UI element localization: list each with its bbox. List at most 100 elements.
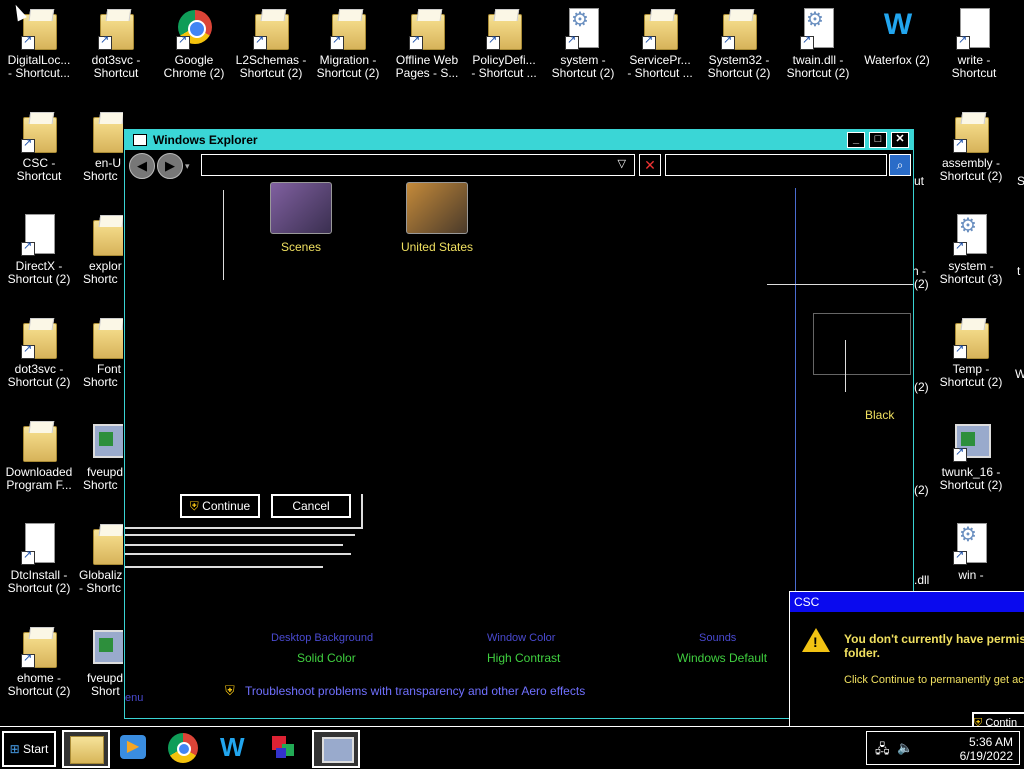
continue-button[interactable]: ⛨ Continue — [180, 494, 260, 518]
troubleshoot-link[interactable]: Troubleshoot problems with transparency … — [245, 684, 585, 698]
app-window-icon — [953, 418, 991, 462]
divider — [125, 553, 351, 555]
partial-icon-label: t — [1017, 264, 1021, 278]
close-button[interactable]: ✕ — [891, 132, 909, 148]
desktop-icon-google-chrome[interactable]: Google Chrome (2) — [155, 6, 233, 80]
windows-default-link[interactable]: Windows Default — [677, 651, 767, 665]
desktop-icon-dot3svc-2[interactable]: dot3svc - Shortcut (2) — [0, 315, 78, 389]
icon-label: DigitalLoc... — [7, 54, 71, 67]
icon-label: Downloaded — [5, 466, 73, 479]
divider — [125, 534, 355, 536]
divider — [767, 284, 913, 285]
shortcut-arrow-icon — [953, 343, 967, 359]
waterfox-icon: W — [883, 8, 913, 41]
app-window-icon — [91, 624, 123, 668]
folder-icon — [409, 6, 445, 50]
recent-pages-chevron-icon[interactable]: ▾ — [185, 161, 190, 172]
desktop-icon-assembly[interactable]: assembly - Shortcut (2) — [932, 109, 1010, 183]
folder-icon — [721, 6, 757, 50]
address-bar[interactable]: ▽ — [201, 154, 635, 176]
icon-label: Shortcut (2) — [316, 67, 380, 80]
desktop-icon-dot3svc[interactable]: dot3svc - Shortcut — [77, 6, 155, 80]
forward-button[interactable]: ▶ — [157, 153, 183, 179]
desktop-icon-policydefinitions[interactable]: PolicyDefi... - Shortcut ... — [465, 6, 543, 80]
clock[interactable]: 5:36 AM 6/19/2022 — [960, 735, 1013, 763]
csc-dialog-title: CSC — [794, 595, 820, 609]
desktop-icon-csc[interactable]: CSC - Shortcut — [0, 109, 78, 183]
desktop-icon-win[interactable]: win - — [932, 521, 1010, 582]
desktop-icon-temp[interactable]: Temp - Shortcut (2) — [932, 315, 1010, 389]
solid-color-link[interactable]: Solid Color — [297, 651, 356, 665]
maximize-button[interactable]: □ — [869, 132, 887, 148]
desktop-icon-digitallocker[interactable]: DigitalLoc... - Shortcut... — [0, 6, 78, 80]
desktop-icon-l2schemas[interactable]: L2Schemas - Shortcut (2) — [232, 6, 310, 80]
button-label: Cancel — [292, 499, 330, 513]
high-contrast-link[interactable]: High Contrast — [487, 651, 560, 665]
shortcut-arrow-icon — [953, 549, 967, 565]
icon-label: Pages - S... — [395, 67, 459, 80]
desktop-icon-ehome[interactable]: ehome - Shortcut (2) — [0, 624, 78, 698]
desktop-icon-fveupdate[interactable]: fveupd Shortc — [77, 418, 123, 492]
folder-icon — [953, 315, 989, 359]
desktop-icon-directx[interactable]: DirectX - Shortcut (2) — [0, 212, 78, 286]
search-icon[interactable]: ⌕ — [889, 154, 911, 176]
address-dropdown-icon[interactable]: ▽ — [618, 157, 626, 170]
desktop-icon-system32[interactable]: System32 - Shortcut (2) — [700, 6, 778, 80]
theme-united-states[interactable]: United States — [375, 182, 499, 254]
cancel-button[interactable]: Cancel — [271, 494, 351, 518]
desktop-icon-dtcinstall[interactable]: DtcInstall - Shortcut (2) — [0, 521, 78, 595]
desktop-icon-offline-web-pages[interactable]: Offline Web Pages - S... — [388, 6, 466, 80]
icon-label: Shortc — [83, 273, 118, 286]
system-tray: 🖧 🔈 5:36 AM 6/19/2022 — [866, 731, 1020, 765]
shortcut-arrow-icon — [176, 34, 190, 50]
desktop-icon-twunk16[interactable]: twunk_16 - Shortcut (2) — [932, 418, 1010, 492]
icon-label: Shortcut (2) — [7, 273, 71, 286]
start-button[interactable]: ⊞ Start — [2, 731, 56, 767]
volume-icon[interactable]: 🔈 — [897, 740, 913, 756]
desktop-background-link[interactable]: Desktop Background — [271, 632, 373, 644]
taskbar-app-button[interactable] — [262, 730, 306, 764]
desktop-icon-fonts[interactable]: Font Shortc — [77, 315, 123, 389]
clock-time: 5:36 AM — [968, 735, 1013, 749]
desktop-icon-serviceprofiles[interactable]: ServicePr... - Shortcut ... — [621, 6, 699, 80]
back-button[interactable]: ◀ — [129, 153, 155, 179]
taskbar-explorer-button[interactable] — [62, 730, 110, 768]
divider — [223, 190, 224, 280]
desktop-icon-fveupdate-2[interactable]: fveupd Short — [77, 624, 123, 698]
icon-label: Shortcut (2) — [939, 479, 1003, 492]
taskbar-chrome-button[interactable] — [162, 730, 206, 764]
desktop-icon-system-3[interactable]: system - Shortcut (3) — [932, 212, 1010, 286]
shortcut-arrow-icon — [721, 34, 735, 50]
folder-icon — [21, 624, 57, 668]
icon-label: DirectX - — [15, 260, 63, 273]
taskbar-waterfox-button[interactable]: W — [212, 730, 256, 764]
network-icon[interactable]: 🖧 — [875, 740, 890, 762]
icon-label: - Shortcut ... — [471, 67, 537, 80]
desktop-icon-write[interactable]: write - Shortcut — [935, 6, 1013, 80]
folder-icon — [91, 109, 123, 153]
desktop-icon-downloaded-program-files[interactable]: Downloaded Program F... — [0, 418, 78, 492]
display-settings-icon — [322, 737, 354, 763]
stop-button[interactable]: ✕ — [639, 154, 661, 176]
sounds-link[interactable]: Sounds — [699, 632, 736, 644]
shortcut-arrow-icon — [98, 34, 112, 50]
desktop-icon-waterfox[interactable]: W Waterfox (2) — [858, 6, 936, 67]
folder-icon — [253, 6, 289, 50]
window-color-link[interactable]: Window Color — [487, 632, 555, 644]
desktop-icon-twain-dll[interactable]: twain.dll - Shortcut (2) — [779, 6, 857, 80]
explorer-titlebar[interactable]: Windows Explorer _ □ ✕ — [125, 130, 913, 150]
desktop-icon-migration[interactable]: Migration - Shortcut (2) — [309, 6, 387, 80]
csc-dialog-titlebar[interactable]: CSC — [790, 592, 1024, 612]
taskbar-media-player-button[interactable]: ▶ — [112, 730, 156, 764]
partial-icon-label: (2) — [914, 483, 929, 497]
theme-scenes[interactable]: Scenes — [239, 182, 363, 254]
taskbar-control-panel-button[interactable] — [312, 730, 360, 768]
icon-label: Shortcut — [16, 170, 62, 183]
search-input[interactable] — [665, 154, 887, 176]
minimize-button[interactable]: _ — [847, 132, 865, 148]
desktop-icon-explorer[interactable]: explor Shortc — [77, 212, 123, 286]
desktop-icon-en-us[interactable]: en-U Shortc — [77, 109, 123, 183]
icon-label: Shortcut (2) — [7, 685, 71, 698]
desktop-icon-system[interactable]: system - Shortcut (2) — [544, 6, 622, 80]
desktop-icon-globalization[interactable]: Globaliz - Shortc — [77, 521, 123, 595]
